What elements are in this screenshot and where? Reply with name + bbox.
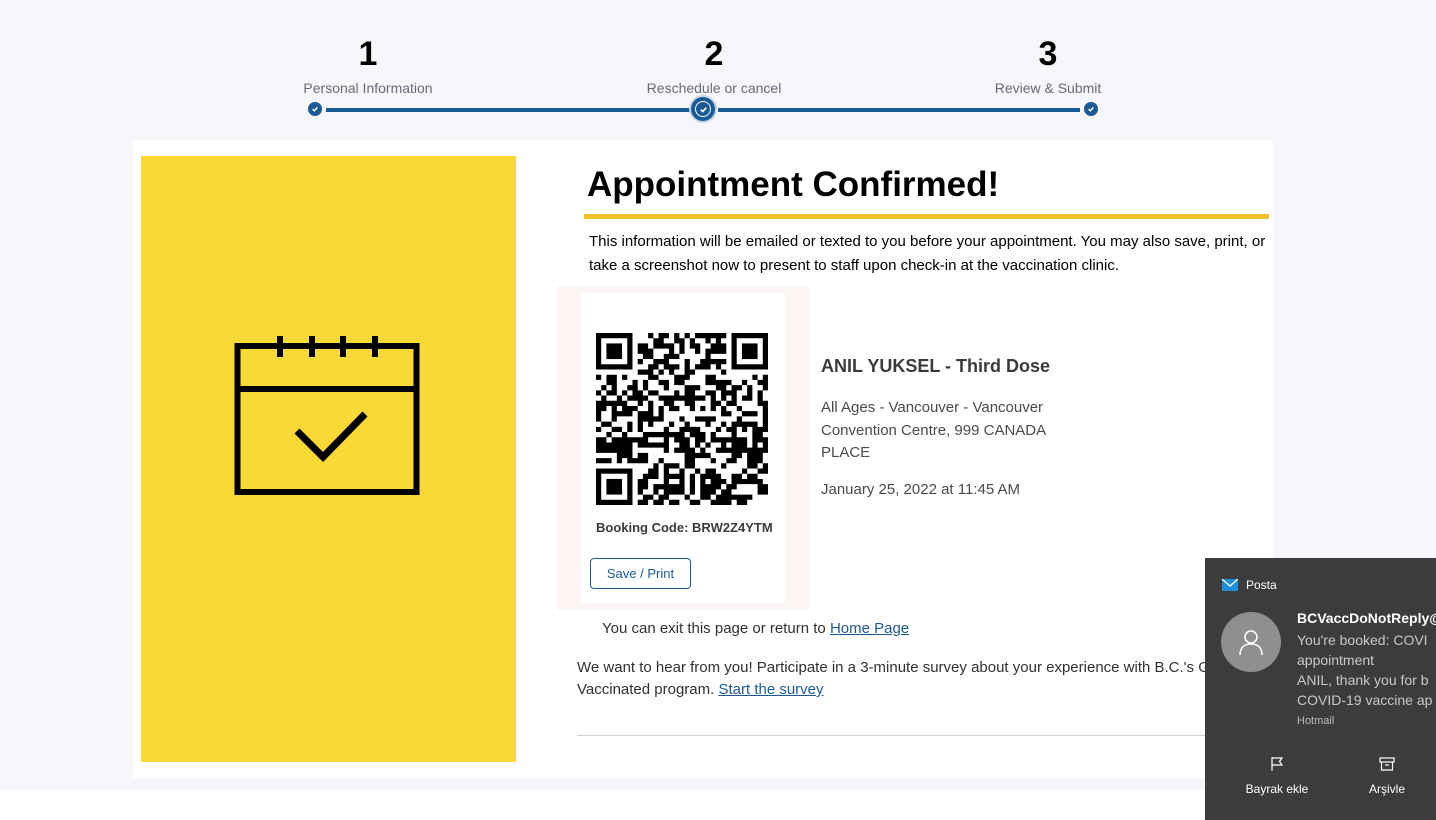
step-label: Reschedule or cancel (646, 80, 782, 96)
title-underline (584, 214, 1269, 219)
stepper-track-1 (326, 108, 690, 112)
qr-code (596, 333, 768, 505)
flag-button-label: Bayrak ekle (1245, 782, 1309, 796)
save-print-button[interactable]: Save / Print (590, 558, 691, 589)
home-page-link[interactable]: Home Page (830, 620, 909, 637)
step-3: 3 Review & Submit (948, 34, 1148, 96)
archive-button[interactable]: Arşivle (1332, 756, 1436, 796)
stepper-track-2 (718, 108, 1080, 112)
qr-finder-pattern (596, 468, 633, 505)
exit-text: You can exit this page or return to Home… (602, 620, 909, 637)
notification-subject-line-1: You're booked: COVI (1297, 632, 1428, 648)
divider (577, 735, 1273, 736)
archive-icon (1379, 757, 1395, 771)
start-survey-link[interactable]: Start the survey (718, 681, 823, 698)
mail-icon (1222, 579, 1238, 591)
survey-text-label-2: Vaccinated program. (577, 681, 719, 698)
step-1: 1 Personal Information (268, 34, 468, 96)
survey-text-label: We want to hear from you! Participate in… (577, 659, 1210, 676)
notification-body: ANIL, thank you for b COVID-19 vaccine ap (1297, 670, 1436, 710)
intro-text: This information will be emailed or text… (589, 233, 1266, 274)
survey-text: We want to hear from you! Participate in… (577, 657, 1217, 701)
step-label: Review & Submit (994, 80, 1102, 96)
notification-account: Hotmail (1297, 715, 1335, 727)
appointment-datetime: January 25, 2022 at 11:45 AM (821, 481, 1021, 498)
step-1-check-icon (308, 102, 322, 116)
avatar (1221, 612, 1281, 672)
exit-text-label: You can exit this page or return to (602, 620, 830, 637)
step-number: 3 (1038, 35, 1058, 73)
notification-body-line-1: ANIL, thank you for b (1297, 672, 1429, 688)
step-number: 2 (704, 35, 724, 73)
notification-sender: BCVaccDoNotReply@ (1297, 610, 1436, 626)
flag-icon (1271, 757, 1284, 771)
mail-notification[interactable]: Posta BCVaccDoNotReply@ You're booked: C… (1205, 558, 1436, 820)
notification-subject: You're booked: COVI appointment (1297, 630, 1436, 670)
step-2-check-icon (691, 97, 715, 121)
step-2: 2 Reschedule or cancel (614, 34, 814, 96)
flag-button[interactable]: Bayrak ekle (1222, 756, 1332, 796)
qr-finder-pattern (731, 333, 768, 370)
step-label: Personal Information (303, 80, 433, 96)
notification-app-name: Posta (1246, 578, 1277, 592)
archive-button-label: Arşivle (1368, 782, 1405, 796)
calendar-check-icon (234, 336, 420, 495)
page-title: Appointment Confirmed! (587, 165, 1000, 204)
person-icon (1239, 630, 1263, 656)
step-number: 1 (358, 35, 378, 73)
notification-body-line-2: COVID-19 vaccine ap (1297, 692, 1433, 708)
appointment-location: All Ages - Vancouver - Vancouver Convent… (821, 399, 1046, 461)
step-3-check-icon (1084, 102, 1098, 116)
appointment-name: ANIL YUKSEL - Third Dose (821, 356, 1051, 376)
notification-subject-line-2: appointment (1297, 652, 1375, 668)
notification-app: Posta (1222, 578, 1277, 592)
booking-code: Booking Code: BRW2Z4YTM (596, 520, 773, 535)
qr-finder-pattern (596, 333, 633, 370)
